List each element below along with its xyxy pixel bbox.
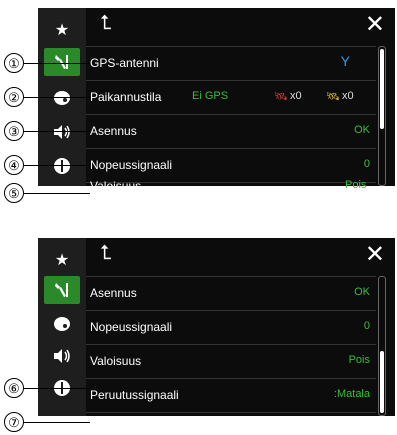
back-arrow-icon[interactable]: ⮤ [100, 242, 112, 265]
row-label: Nopeussignaali [90, 158, 173, 172]
list-item[interactable]: Valoisuus Pois [86, 344, 376, 378]
back-arrow-icon[interactable]: ⮤ [100, 12, 112, 35]
close-icon[interactable]: ✕ [365, 10, 385, 39]
callout-6: ⑥ [4, 378, 24, 398]
scrollbar[interactable] [378, 276, 386, 416]
palette-icon[interactable] [44, 84, 80, 112]
list-item[interactable]: Asennus OK [86, 114, 376, 148]
row-value: :Matala [333, 388, 370, 400]
callout-line [24, 131, 90, 132]
row-label: Ajoneuvon väylä [90, 419, 179, 433]
callout-3: ③ [4, 121, 24, 141]
callout-1: ① [4, 53, 24, 73]
system-icon[interactable] [44, 152, 80, 180]
row-value: Pois [348, 354, 370, 366]
callout-4: ④ [4, 155, 24, 175]
row-label: Nopeussignaali [90, 320, 173, 334]
header-bar: ⮤ ✕ [86, 8, 395, 46]
row-label: Valoisuus [90, 354, 142, 368]
tools-icon[interactable] [44, 276, 80, 304]
satellite-yellow-icon: 🛰 [326, 91, 340, 103]
list-item[interactable]: Nopeussignaali 0 [86, 310, 376, 344]
callout-line [24, 388, 90, 389]
row-value: 0 [363, 158, 370, 170]
settings-panel-bottom: ★ ⮤ ✕ Asennus OK Nopeussignaali 0 Valois… [38, 238, 395, 416]
tools-icon[interactable] [44, 48, 80, 76]
row-value: OK [354, 286, 370, 298]
list-item[interactable]: Peruutussignaali :Matala [86, 378, 376, 412]
row-label: Valoisuus [90, 179, 142, 193]
callout-line [24, 97, 90, 98]
callout-line [24, 63, 90, 64]
list-item[interactable]: Paikannustila Ei GPS 🛰 x0 🛰 x0 [86, 80, 376, 114]
list-item[interactable]: Asennus OK [86, 276, 376, 310]
callout-5: ⑤ [4, 183, 24, 203]
callout-line [24, 422, 90, 423]
row-value: 0 [363, 320, 370, 332]
scrollbar-thumb[interactable] [380, 49, 384, 129]
list-item[interactable] [86, 412, 376, 416]
row-label: GPS-antenni [90, 56, 159, 70]
scrollbar[interactable] [378, 46, 386, 186]
close-icon[interactable]: ✕ [365, 240, 385, 269]
callout-2: ② [4, 87, 24, 107]
settings-panel-top: ★ ⮤ ✕ GPS-antenni Y Paikannustila Ei GPS… [38, 8, 395, 186]
list-item[interactable]: GPS-antenni Y [86, 46, 376, 80]
callout-7: ⑦ [4, 412, 24, 432]
star-icon[interactable]: ★ [44, 16, 80, 44]
row-label: Paikannustila [90, 90, 162, 104]
row-value: OK [354, 124, 370, 136]
gps-status: Ei GPS [192, 90, 229, 102]
palette-icon[interactable] [44, 310, 80, 338]
row-label: Asennus [90, 286, 137, 300]
row-label: Asennus [90, 124, 137, 138]
satellite-yellow-count: x0 [342, 90, 354, 102]
header-bar: ⮤ ✕ [86, 238, 395, 276]
list-item[interactable]: Nopeussignaali 0 [86, 148, 376, 182]
satellite-red-count: x0 [290, 90, 302, 102]
callout-line [24, 193, 90, 194]
star-icon[interactable]: ★ [44, 246, 80, 274]
callout-line [24, 165, 90, 166]
speaker-icon[interactable] [44, 118, 80, 146]
sidebar: ★ [38, 238, 86, 416]
speaker-icon[interactable] [44, 342, 80, 370]
scrollbar-thumb[interactable] [380, 351, 384, 413]
row-label: Peruutussignaali [90, 388, 179, 402]
row-value: Pois [345, 179, 367, 191]
satellite-red-icon: 🛰 [274, 91, 288, 103]
antenna-icon: Y [340, 53, 350, 69]
